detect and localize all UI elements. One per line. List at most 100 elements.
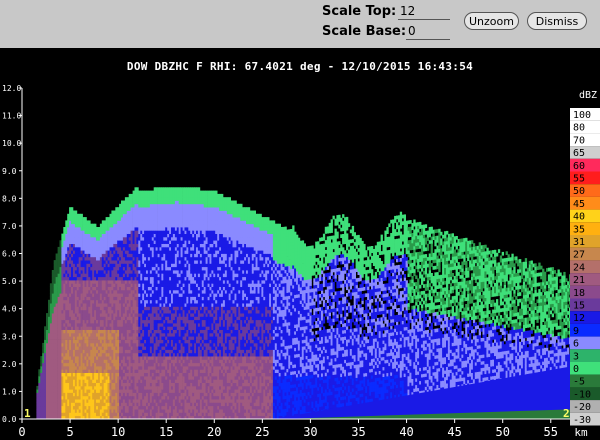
radar-cell — [122, 303, 126, 307]
radar-cell — [180, 395, 183, 400]
radar-cell — [190, 366, 193, 370]
radar-cell — [147, 392, 151, 397]
radar-cell — [180, 412, 183, 417]
radar-cell — [165, 299, 168, 304]
radar-cell — [172, 266, 176, 271]
radar-cell — [130, 299, 133, 304]
radar-cell — [122, 286, 126, 291]
radar-cell — [130, 213, 133, 218]
radar-cell — [46, 326, 49, 330]
radar-cell — [96, 399, 99, 403]
radar-cell — [165, 187, 168, 191]
radar-cell — [122, 260, 126, 264]
radar-cell — [105, 372, 108, 377]
radar-cell — [130, 253, 133, 258]
radar-cell — [155, 193, 158, 198]
radar-cell — [165, 369, 168, 373]
radar-cell — [105, 349, 108, 354]
radar-cell — [122, 346, 126, 350]
radar-cell — [190, 392, 193, 397]
radar-cell — [63, 256, 66, 261]
radar-cell — [172, 342, 176, 347]
radar-cell — [130, 236, 133, 241]
radar-cell — [96, 402, 99, 407]
radar-cell — [88, 376, 91, 380]
radar-cell — [165, 342, 168, 347]
radar-cell — [71, 303, 74, 307]
radar-cell — [190, 329, 193, 334]
radar-cell — [80, 243, 83, 248]
radar-cell — [147, 352, 151, 357]
radar-cell — [138, 359, 141, 364]
radar-cell — [180, 293, 183, 297]
radar-cell — [88, 280, 91, 284]
radar-cell — [190, 193, 193, 198]
radar-cell — [122, 329, 126, 334]
radar-cell — [130, 296, 133, 301]
radar-cell — [96, 236, 99, 241]
radar-cell — [113, 293, 116, 297]
radar-cell — [96, 246, 99, 251]
radar-cell — [180, 389, 183, 393]
radar-cell — [122, 323, 126, 327]
radar-cell — [113, 289, 116, 294]
radar-cell — [180, 385, 183, 390]
radar-cell — [130, 412, 133, 417]
radar-cell — [180, 339, 183, 344]
radar-cell — [46, 402, 49, 407]
radar-cell — [190, 220, 193, 225]
rhi-chart[interactable]: 0 5 10 15 20 25 30 35 40 45 50 55 km0.01.02.03.04.05… — [0, 0, 600, 440]
radar-cell — [165, 323, 168, 327]
radar-cell — [147, 197, 151, 201]
radar-cell — [113, 283, 116, 287]
radar-cell — [130, 356, 133, 360]
radar-cell — [105, 389, 108, 393]
radar-cell — [172, 299, 176, 304]
radar-cell — [96, 306, 99, 311]
radar-cell — [122, 369, 126, 373]
radar-cell — [113, 339, 116, 344]
radar-cell — [165, 376, 168, 380]
radar-cell — [74, 210, 78, 215]
radar-cell — [172, 243, 176, 248]
radar-cell — [105, 385, 108, 390]
radar-cell — [122, 270, 126, 274]
radar-cell — [113, 299, 116, 304]
radar-cell — [71, 210, 74, 215]
radar-cell — [122, 352, 126, 357]
radar-cell — [147, 369, 151, 373]
radar-cell — [113, 342, 116, 347]
radar-cell — [105, 273, 108, 278]
radar-cell — [80, 303, 83, 307]
radar-cell — [190, 256, 193, 261]
radar-cell — [63, 402, 66, 407]
radar-cell — [155, 276, 158, 281]
radar-cell — [155, 362, 158, 367]
radar-cell — [130, 352, 133, 357]
radar-cell — [80, 283, 83, 287]
radar-cell — [96, 253, 99, 258]
radar-cell — [165, 260, 168, 264]
radar-cell — [155, 270, 158, 274]
radar-cell — [130, 193, 133, 198]
radar-cell — [80, 240, 83, 244]
radar-cell — [165, 250, 168, 254]
radar-cell — [71, 352, 74, 357]
radar-cell — [88, 227, 91, 231]
radar-cell — [105, 240, 108, 244]
radar-cell — [138, 346, 141, 350]
radar-cell — [113, 412, 116, 417]
radar-cell — [80, 296, 83, 301]
radar-cell — [122, 220, 126, 225]
radar-cell — [180, 190, 183, 195]
radar-cell — [180, 369, 183, 373]
radar-cell — [46, 323, 49, 327]
radar-cell — [155, 253, 158, 258]
radar-cell — [71, 372, 74, 377]
radar-cell — [172, 270, 176, 274]
radar-cell — [63, 253, 66, 258]
radar-cell — [130, 276, 133, 281]
radar-cell — [180, 309, 183, 314]
radar-cell — [172, 263, 176, 268]
radar-cell — [80, 230, 83, 234]
